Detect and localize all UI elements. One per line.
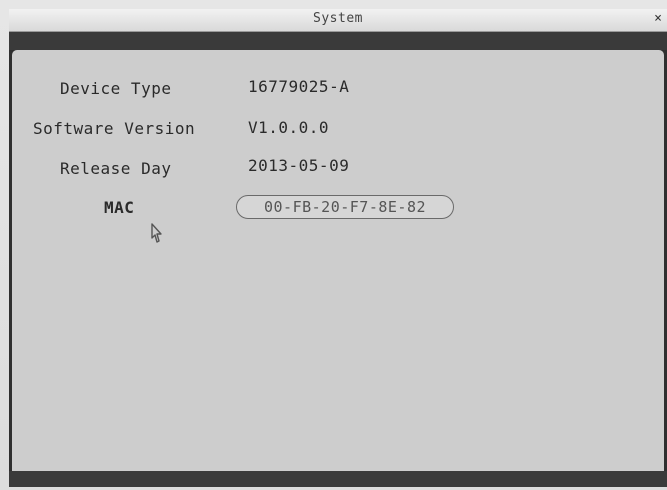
- title-bar: System ×: [9, 9, 667, 32]
- device-type-value: 16779025-A: [248, 77, 350, 96]
- software-version-value: V1.0.0.0: [248, 118, 330, 137]
- release-day-label: Release Day: [60, 159, 172, 178]
- cursor-icon: [151, 223, 162, 243]
- software-version-label: Software Version: [33, 119, 196, 138]
- system-info-panel: [12, 50, 664, 471]
- close-icon[interactable]: ×: [651, 11, 665, 27]
- mac-label: MAC: [104, 198, 135, 217]
- window-title: System: [313, 11, 363, 26]
- mac-value: 00-FB-20-F7-8E-82: [263, 198, 427, 216]
- device-type-label: Device Type: [60, 79, 172, 98]
- mac-field[interactable]: 00-FB-20-F7-8E-82: [236, 195, 454, 219]
- release-day-value: 2013-05-09: [248, 156, 350, 175]
- footer-band: [9, 471, 667, 487]
- header-band: [9, 32, 667, 50]
